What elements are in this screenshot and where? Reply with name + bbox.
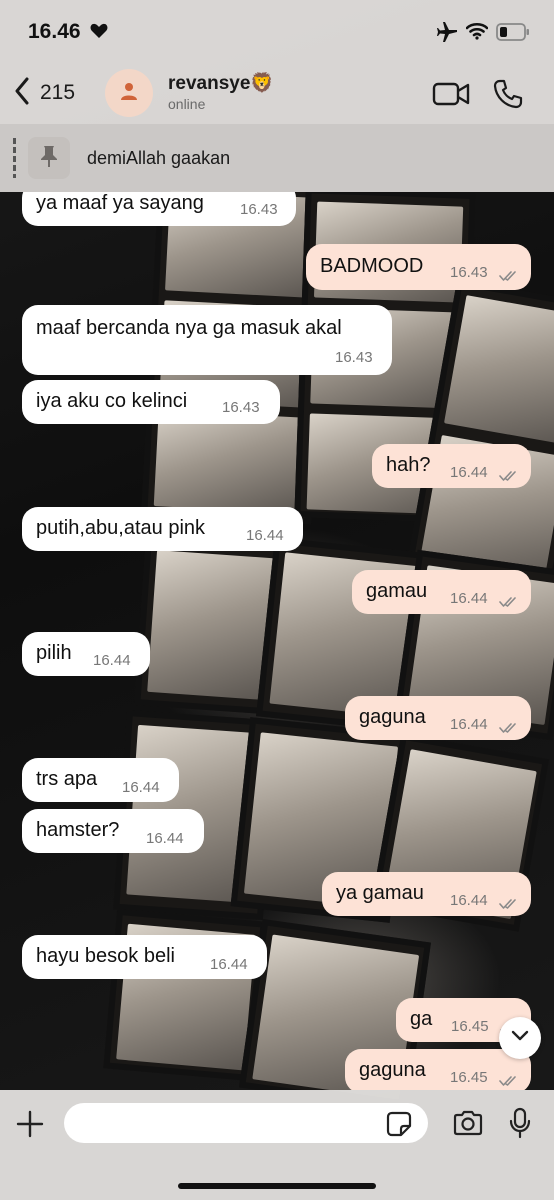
pin-icon-box [28,137,70,179]
message-text: gamau [366,580,428,602]
message-text: trs apa [36,768,98,790]
message-list[interactable]: ya maaf ya sayang 16.43 BADMOOD 16.43 ma… [0,192,554,1090]
status-time: 16.46 [28,20,81,43]
message-time: 16.44 [93,652,131,669]
home-indicator [178,1183,376,1189]
pinned-message-bar[interactable]: demiAllah gaakan [0,124,554,192]
message-text: ya maaf ya sayang [36,192,204,214]
video-icon [432,82,470,106]
message-time: 16.43 [450,264,488,281]
message-bubble-incoming[interactable]: hamster? 16.44 [22,809,204,853]
microphone-icon [509,1107,531,1139]
chevron-down-icon [511,1029,529,1047]
airplane-icon [436,22,458,47]
read-ticks-icon [499,1070,519,1090]
message-time: 16.43 [240,201,278,218]
camera-icon [453,1110,483,1136]
battery-icon [496,22,530,47]
message-bubble-outgoing[interactable]: gamau 16.44 [352,570,531,614]
message-text: ya gamau [336,882,424,904]
message-time: 16.44 [246,527,284,544]
message-time: 16.44 [122,779,160,796]
message-time: 16.44 [450,590,488,607]
person-icon [119,81,139,106]
message-time: 16.43 [222,399,260,416]
read-ticks-icon [499,591,519,614]
message-bubble-outgoing[interactable]: hah? 16.44 [372,444,531,488]
read-ticks-icon [499,893,519,916]
message-time: 16.44 [146,830,184,847]
voice-message-button[interactable] [509,1107,531,1144]
scroll-to-bottom-button[interactable] [499,1017,541,1059]
camera-button[interactable] [452,1110,484,1141]
heart-icon [90,23,108,44]
message-text: hah? [386,454,431,476]
avatar[interactable] [105,69,153,117]
pinned-text: demiAllah gaakan [87,148,231,168]
message-time: 16.43 [335,349,373,366]
message-bubble-outgoing[interactable]: ya gamau 16.44 [322,872,531,916]
phone-icon [493,79,523,109]
plus-icon [16,1110,44,1138]
message-text: iya aku co kelinci [36,390,188,412]
message-bubble-incoming[interactable]: ya maaf ya sayang 16.43 [22,192,296,226]
message-time: 16.45 [450,1069,488,1086]
sticker-icon [386,1111,412,1137]
message-time: 16.44 [450,892,488,909]
wifi-icon [465,22,489,45]
message-time: 16.44 [210,956,248,973]
message-time: 16.44 [450,716,488,733]
message-bubble-outgoing[interactable]: gaguna 16.44 [345,696,531,740]
message-text: hamster? [36,819,120,841]
message-time: 16.45 [451,1018,489,1035]
message-text: maaf bercanda nya ga masuk akal [36,317,342,339]
unread-count: 215 [40,81,76,104]
status-bar: 16.46 [0,0,554,62]
video-call-button[interactable] [432,82,470,111]
message-bubble-incoming[interactable]: putih,abu,atau pink 16.44 [22,507,303,551]
message-text: putih,abu,atau pink [36,517,206,539]
message-input[interactable] [64,1103,428,1143]
read-ticks-icon [499,265,519,288]
chat-header: 215 revansye🦁 online [0,62,554,124]
sticker-button[interactable] [386,1111,412,1142]
read-ticks-icon [499,465,519,488]
message-bubble-outgoing[interactable]: BADMOOD 16.43 [306,244,531,290]
voice-call-button[interactable] [493,79,523,114]
message-bubble-incoming[interactable]: hayu besok beli 16.44 [22,935,267,979]
pinned-indicator [13,138,16,178]
chevron-left-icon [14,77,30,110]
message-text: ga [410,1008,433,1030]
message-time: 16.44 [450,464,488,481]
message-bubble-incoming[interactable]: maaf bercanda nya ga masuk akal 16.43 [22,305,392,375]
message-bubble-incoming[interactable]: pilih 16.44 [22,632,150,676]
message-composer [0,1090,554,1200]
contact-status: online [168,96,206,112]
attach-button[interactable] [16,1110,44,1143]
message-text: gaguna [359,1059,426,1081]
message-bubble-incoming[interactable]: trs apa 16.44 [22,758,179,802]
read-ticks-icon [499,717,519,740]
message-text: gaguna [359,706,426,728]
message-bubble-outgoing[interactable]: gaguna 16.45 [345,1049,531,1090]
message-text: BADMOOD [320,255,424,277]
message-text: pilih [36,642,72,664]
back-button[interactable]: 215 [14,76,75,110]
message-text: hayu besok beli [36,945,175,967]
pin-icon [38,144,60,173]
contact-name[interactable]: revansye🦁 [168,71,274,95]
message-bubble-incoming[interactable]: iya aku co kelinci 16.43 [22,380,280,424]
